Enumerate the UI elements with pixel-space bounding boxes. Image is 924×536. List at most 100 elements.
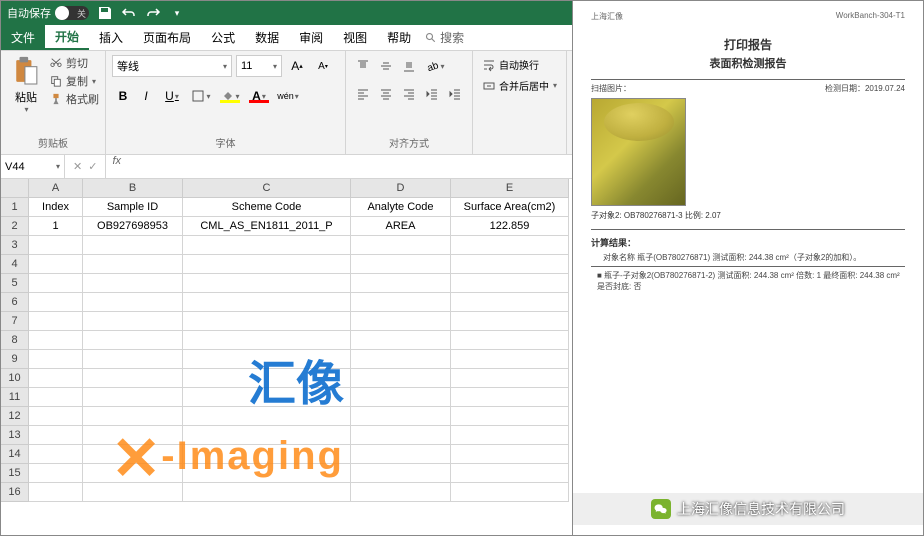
cell[interactable]: 1 [29, 217, 83, 236]
cell[interactable] [451, 407, 569, 426]
cell[interactable] [451, 445, 569, 464]
tab-review[interactable]: 审阅 [289, 25, 333, 50]
cell[interactable] [451, 483, 569, 502]
cell[interactable] [351, 388, 451, 407]
align-middle-button[interactable] [375, 55, 397, 77]
tab-formulas[interactable]: 公式 [201, 25, 245, 50]
cell[interactable] [29, 369, 83, 388]
row-header[interactable]: 11 [1, 388, 29, 407]
tab-pagelayout[interactable]: 页面布局 [133, 25, 201, 50]
cell[interactable]: 122.859 [451, 217, 569, 236]
border-button[interactable]: ▾ [187, 85, 215, 107]
tab-help[interactable]: 帮助 [377, 25, 421, 50]
cell[interactable] [83, 312, 183, 331]
cell[interactable] [351, 312, 451, 331]
cell[interactable] [451, 464, 569, 483]
cell[interactable] [83, 483, 183, 502]
accept-formula-icon[interactable]: ✓ [88, 160, 97, 173]
cell[interactable] [183, 388, 351, 407]
font-name-select[interactable]: 等线▾ [112, 55, 232, 77]
row-header[interactable]: 1 [1, 198, 29, 217]
row-header[interactable]: 9 [1, 350, 29, 369]
align-right-button[interactable] [398, 83, 420, 105]
cell[interactable] [83, 464, 183, 483]
cell[interactable] [83, 388, 183, 407]
cell[interactable] [183, 274, 351, 293]
cell[interactable]: CML_AS_EN1811_2011_P [183, 217, 351, 236]
decrease-indent-button[interactable] [421, 83, 443, 105]
copy-button[interactable]: 复制▾ [49, 73, 99, 89]
cell[interactable] [29, 255, 83, 274]
cell[interactable] [183, 350, 351, 369]
cell[interactable] [351, 426, 451, 445]
cell[interactable] [29, 426, 83, 445]
cell[interactable] [183, 483, 351, 502]
select-all-corner[interactable] [1, 179, 29, 198]
cell[interactable] [183, 312, 351, 331]
cell[interactable] [451, 388, 569, 407]
search-box[interactable]: 搜索 [425, 29, 464, 46]
spreadsheet-grid[interactable]: A B C D E 1 Index Sample ID Scheme Code … [1, 179, 572, 535]
cell[interactable] [29, 312, 83, 331]
cell[interactable] [83, 255, 183, 274]
col-header-c[interactable]: C [183, 179, 351, 198]
cut-button[interactable]: 剪切 [49, 55, 99, 71]
tab-insert[interactable]: 插入 [89, 25, 133, 50]
cell[interactable] [451, 426, 569, 445]
cell[interactable] [351, 236, 451, 255]
align-left-button[interactable] [352, 83, 374, 105]
row-header[interactable]: 7 [1, 312, 29, 331]
save-icon[interactable] [97, 5, 113, 21]
row-header[interactable]: 5 [1, 274, 29, 293]
cell[interactable] [29, 445, 83, 464]
row-header[interactable]: 15 [1, 464, 29, 483]
cell[interactable] [183, 293, 351, 312]
align-bottom-button[interactable] [398, 55, 420, 77]
font-size-select[interactable]: 11▾ [236, 55, 282, 77]
cell[interactable] [351, 274, 451, 293]
cell[interactable] [83, 331, 183, 350]
cell[interactable] [183, 331, 351, 350]
cell[interactable] [351, 369, 451, 388]
row-header[interactable]: 16 [1, 483, 29, 502]
font-color-button[interactable]: A▾ [245, 85, 273, 107]
cell[interactable] [351, 407, 451, 426]
merge-center-button[interactable]: 合并后居中▾ [479, 76, 560, 95]
cell[interactable] [351, 445, 451, 464]
cell[interactable] [29, 464, 83, 483]
cell[interactable] [183, 426, 351, 445]
increase-font-button[interactable]: A▴ [286, 55, 308, 77]
row-header[interactable]: 3 [1, 236, 29, 255]
cell[interactable] [351, 331, 451, 350]
cell[interactable] [451, 369, 569, 388]
cell[interactable] [83, 445, 183, 464]
col-header-a[interactable]: A [29, 179, 83, 198]
col-header-b[interactable]: B [83, 179, 183, 198]
cell[interactable] [83, 369, 183, 388]
row-header[interactable]: 4 [1, 255, 29, 274]
cell[interactable] [183, 445, 351, 464]
cell[interactable] [451, 293, 569, 312]
cell[interactable] [183, 236, 351, 255]
tab-view[interactable]: 视图 [333, 25, 377, 50]
col-header-d[interactable]: D [351, 179, 451, 198]
cell[interactable]: Surface Area(cm2) [451, 198, 569, 217]
row-header[interactable]: 14 [1, 445, 29, 464]
underline-button[interactable]: U▾ [158, 85, 186, 107]
undo-icon[interactable] [121, 5, 137, 21]
toggle-switch[interactable]: 关 [55, 6, 89, 20]
autosave-toggle[interactable]: 自动保存 关 [7, 5, 89, 21]
cell[interactable] [83, 350, 183, 369]
decrease-font-button[interactable]: A▾ [312, 55, 334, 77]
cell[interactable] [29, 388, 83, 407]
row-header[interactable]: 13 [1, 426, 29, 445]
cell[interactable] [29, 293, 83, 312]
cell[interactable] [451, 350, 569, 369]
cell[interactable] [351, 350, 451, 369]
row-header[interactable]: 2 [1, 217, 29, 236]
tab-data[interactable]: 数据 [245, 25, 289, 50]
cell[interactable] [351, 255, 451, 274]
name-box[interactable]: V44▾ [1, 155, 65, 178]
cancel-formula-icon[interactable]: ✕ [73, 160, 82, 173]
cell[interactable] [451, 331, 569, 350]
